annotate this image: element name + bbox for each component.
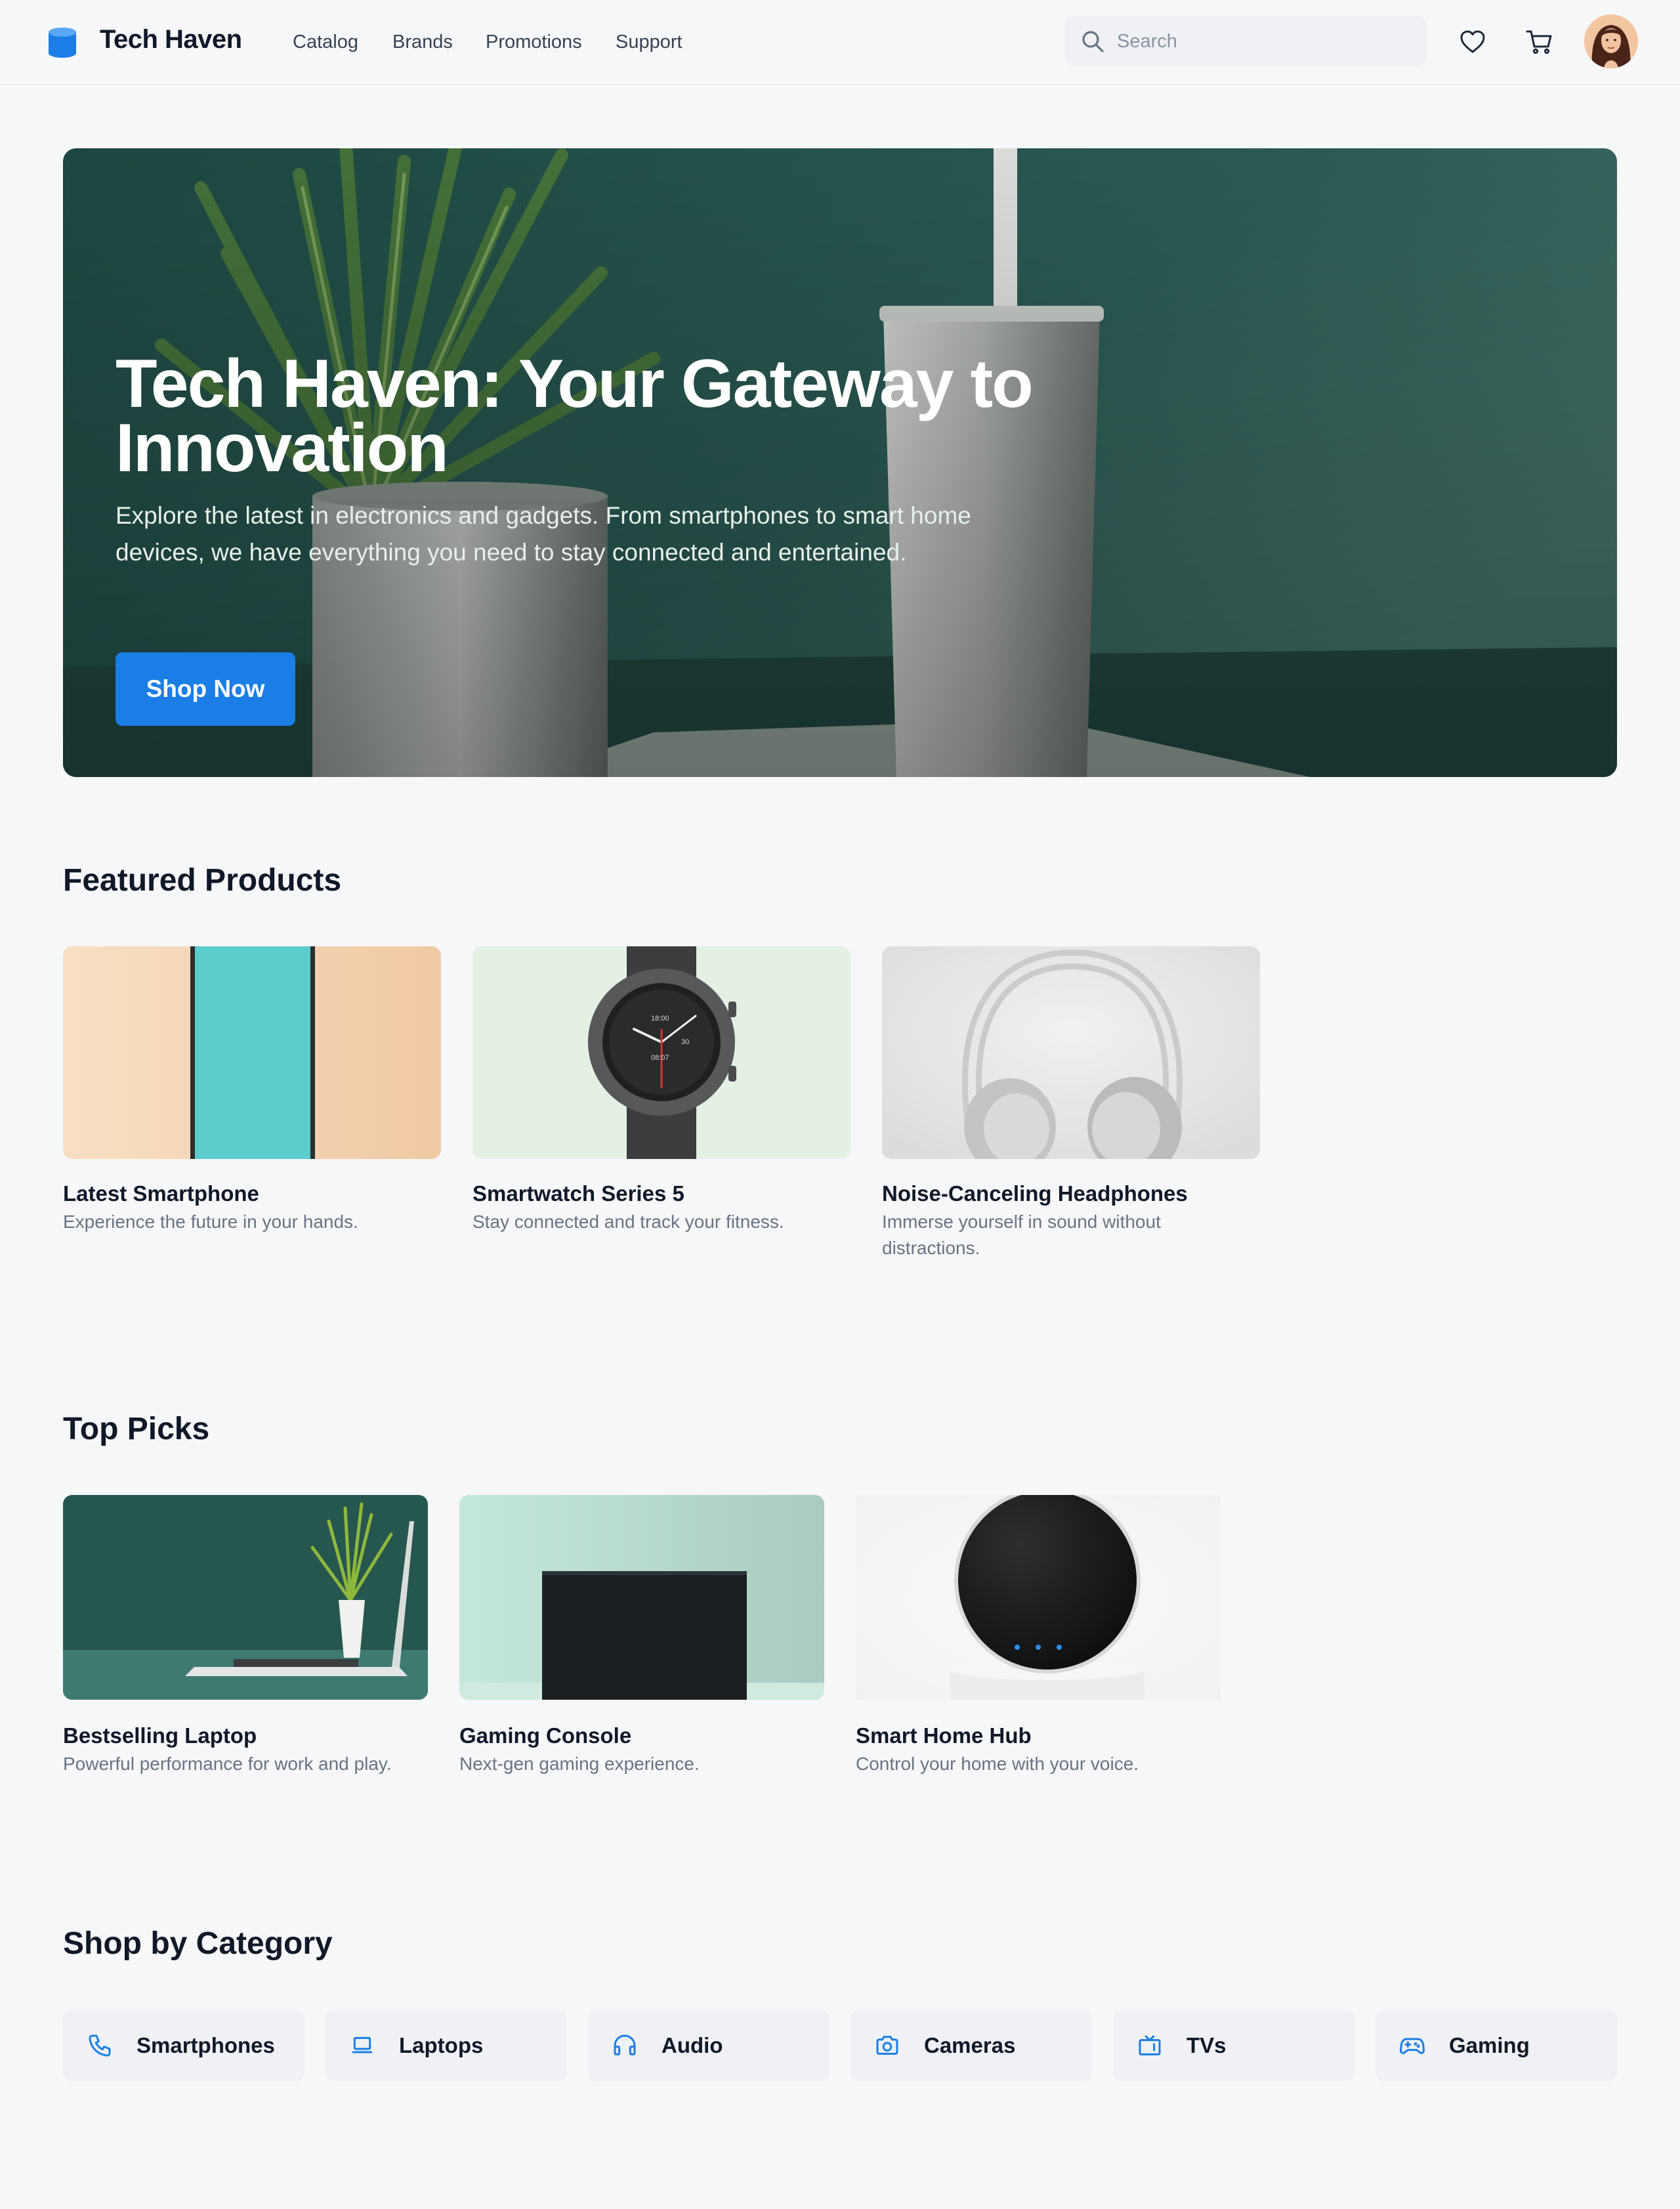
headphones-image[interactable]	[882, 946, 1260, 1159]
top-picks-title: Top Picks	[63, 1412, 210, 1446]
category-tvs[interactable]: TVs	[1113, 2009, 1354, 2082]
console-image[interactable]	[459, 1495, 824, 1700]
tv-icon	[1137, 2032, 1163, 2059]
smartwatch-image[interactable]: 18:00 30 08:07	[472, 946, 850, 1159]
featured-products-title: Featured Products	[63, 863, 342, 898]
product-title[interactable]: Latest Smartphone	[63, 1181, 259, 1206]
category-label: Smartphones	[136, 2033, 275, 2057]
watch-face-timer: 08:07	[651, 1054, 669, 1062]
product-title[interactable]: Smartwatch Series 5	[472, 1181, 684, 1206]
category-smartphones[interactable]: Smartphones	[63, 2009, 304, 2082]
product-card-smart-hub[interactable]: Smart Home Hub Control your home with yo…	[856, 1495, 1221, 1774]
category-label: Audio	[662, 2033, 723, 2057]
search-input[interactable]	[1117, 16, 1412, 67]
product-title[interactable]: Bestselling Laptop	[63, 1723, 257, 1748]
product-description: Control your home with your voice.	[856, 1754, 1139, 1774]
user-avatar[interactable]	[1584, 14, 1638, 68]
laptop-image[interactable]	[63, 1495, 428, 1700]
product-card-console[interactable]: Gaming Console Next-gen gaming experienc…	[459, 1495, 824, 1774]
product-title[interactable]: Noise-Canceling Headphones	[882, 1181, 1188, 1206]
search-icon	[1080, 29, 1105, 54]
product-description: Powerful performance for work and play.	[63, 1754, 392, 1774]
nav-brands[interactable]: Brands	[392, 32, 453, 53]
nav-support[interactable]: Support	[616, 32, 682, 53]
shop-by-category-title: Shop by Category	[63, 1926, 333, 1961]
phone-icon	[87, 2032, 113, 2059]
search-box[interactable]	[1064, 16, 1427, 67]
hero-banner: Tech Haven: Your Gateway to Innovation E…	[63, 148, 1617, 777]
category-laptops[interactable]: Laptops	[326, 2009, 567, 2082]
product-card-headphones[interactable]: Noise-Canceling Headphones Immerse yours…	[882, 946, 1260, 1258]
product-card-smartwatch[interactable]: 18:00 30 08:07 Smartwatch Series 5 Stay …	[472, 946, 850, 1232]
category-label: Laptops	[399, 2033, 484, 2057]
database-logo-icon[interactable]	[46, 26, 79, 59]
category-audio[interactable]: Audio	[588, 2009, 830, 2082]
shop-now-button[interactable]: Shop Now	[116, 652, 295, 726]
product-card-smartphone[interactable]: Latest Smartphone Experience the future …	[63, 946, 441, 1232]
product-title[interactable]: Smart Home Hub	[856, 1723, 1032, 1748]
category-label: Cameras	[924, 2033, 1016, 2057]
product-title[interactable]: Gaming Console	[459, 1723, 631, 1748]
camera-icon	[874, 2032, 900, 2059]
nav-catalog[interactable]: Catalog	[293, 32, 358, 53]
smart-hub-image[interactable]	[856, 1495, 1221, 1700]
laptop-icon	[349, 2032, 375, 2059]
watch-face-time: 18:00	[651, 1015, 669, 1022]
brand-name[interactable]: Tech Haven	[100, 25, 242, 54]
category-cameras[interactable]: Cameras	[850, 2009, 1092, 2082]
hero-subtitle: Explore the latest in electronics and ga…	[116, 502, 971, 566]
product-description: Immerse yourself in sound without distra…	[882, 1211, 1161, 1258]
category-gaming[interactable]: Gaming	[1376, 2009, 1617, 2082]
product-description: Stay connected and track your fitness.	[472, 1211, 784, 1232]
category-label: Gaming	[1449, 2033, 1530, 2057]
watch-face-date: 30	[681, 1038, 690, 1046]
nav-promotions[interactable]: Promotions	[486, 32, 582, 53]
hero-title: Tech Haven: Your Gateway to Innovation	[116, 346, 1034, 486]
cart-icon[interactable]	[1525, 28, 1554, 56]
category-label: TVs	[1186, 2033, 1227, 2057]
product-card-laptop[interactable]: Bestselling Laptop Powerful performance …	[63, 1495, 428, 1774]
gamepad-icon	[1399, 2032, 1425, 2059]
product-description: Next-gen gaming experience.	[459, 1754, 700, 1774]
site-header: Tech Haven Catalog Brands Promotions Sup…	[0, 0, 1680, 85]
headphones-icon	[612, 2032, 638, 2059]
heart-icon[interactable]	[1458, 28, 1487, 56]
smartphone-image[interactable]	[63, 946, 441, 1159]
product-description: Experience the future in your hands.	[63, 1211, 358, 1232]
